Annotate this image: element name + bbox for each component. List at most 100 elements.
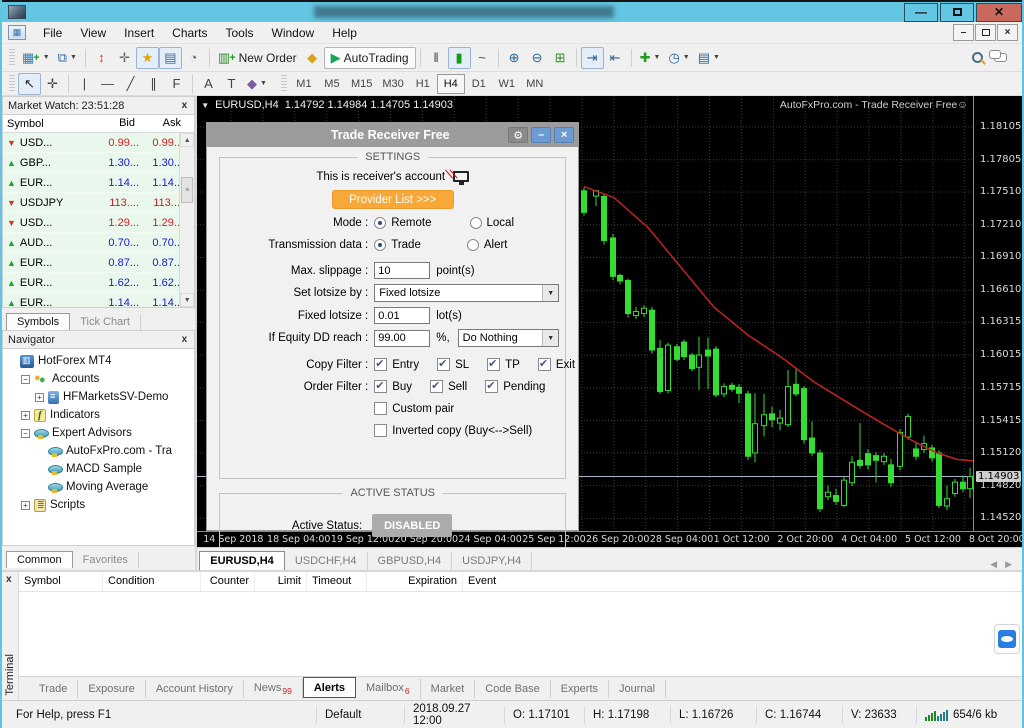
new-order-button[interactable]: ▥+New Order xyxy=(214,47,301,69)
equity-dd-input[interactable] xyxy=(374,330,430,347)
market-watch-close-icon[interactable]: x xyxy=(180,100,190,111)
chart-shift-button[interactable]: ⇤ xyxy=(604,47,627,69)
chart-window-icon[interactable]: ▦ xyxy=(8,25,26,40)
order-filter-option-buy[interactable]: Buy xyxy=(374,380,412,393)
timeframe-m15[interactable]: M15 xyxy=(346,74,377,94)
timeframe-d1[interactable]: D1 xyxy=(465,74,493,94)
column-condition[interactable]: Condition xyxy=(103,572,201,591)
dialog-close-button[interactable]: × xyxy=(554,127,574,143)
checkbox-checked-icon[interactable] xyxy=(538,358,551,371)
chart-tab-gbpusd-h4[interactable]: GBPUSD,H4 xyxy=(368,552,453,570)
navigator-button[interactable]: ★ xyxy=(136,47,159,69)
expand-icon[interactable]: + xyxy=(35,393,44,402)
chat-button[interactable] xyxy=(989,47,1012,69)
navigator-close-icon[interactable]: x xyxy=(180,334,190,345)
periods-button[interactable]: ◷▼ xyxy=(664,47,693,69)
column-event[interactable]: Event xyxy=(463,572,1022,591)
window-maximize-button[interactable] xyxy=(940,3,974,22)
terminal-tab-mailbox[interactable]: Mailbox6 xyxy=(356,679,421,699)
column-symbol[interactable]: Symbol xyxy=(3,115,91,132)
text-button[interactable]: A xyxy=(197,73,220,95)
search-button[interactable] xyxy=(966,47,989,69)
terminal-tab-code-base[interactable]: Code Base xyxy=(475,680,550,698)
toolbar-grip[interactable] xyxy=(9,75,15,93)
provider-list-button[interactable]: Provider List >>> xyxy=(332,190,454,209)
dialog-header[interactable]: Trade Receiver Free ⚙ – × xyxy=(207,123,578,147)
expand-icon[interactable]: + xyxy=(21,411,30,420)
tree-item-hotforex-mt4[interactable]: HotForex MT4 xyxy=(7,352,194,370)
toolbar-grip[interactable] xyxy=(281,75,287,93)
max-slippage-input[interactable] xyxy=(374,262,430,279)
order-filter-option-sell[interactable]: Sell xyxy=(430,380,467,393)
menu-insert[interactable]: Insert xyxy=(115,23,163,43)
expand-icon[interactable]: + xyxy=(21,501,30,510)
scroll-down-icon[interactable]: ▼ xyxy=(180,293,194,307)
zoom-in-button[interactable]: ⊕ xyxy=(503,47,526,69)
terminal-tab-market[interactable]: Market xyxy=(421,680,476,698)
timeframe-m30[interactable]: M30 xyxy=(377,74,408,94)
column-limit[interactable]: Limit xyxy=(255,572,307,591)
scroll-up-icon[interactable]: ▲ xyxy=(180,133,194,147)
tab-symbols[interactable]: Symbols xyxy=(6,313,70,330)
tree-item-moving-average[interactable]: Moving Average xyxy=(7,478,194,496)
alerts-table-body[interactable] xyxy=(19,592,1022,676)
market-watch-row[interactable]: ▲EUR...1.62...1.62... xyxy=(3,273,194,293)
timeframe-mn[interactable]: MN xyxy=(521,74,549,94)
cursor-button[interactable]: ↖ xyxy=(18,73,41,95)
tree-item-expert-advisors[interactable]: −Expert Advisors xyxy=(7,424,194,442)
terminal-tab-experts[interactable]: Experts xyxy=(551,680,609,698)
tab-common[interactable]: Common xyxy=(6,551,73,568)
teamviewer-icon[interactable] xyxy=(994,624,1020,654)
tree-item-autofxpro-com-tra[interactable]: AutoFxPro.com - Tra xyxy=(7,442,194,460)
metaeditor-button[interactable]: ◆ xyxy=(301,47,324,69)
column-bid[interactable]: Bid xyxy=(91,115,139,132)
channel-button[interactable]: ∥ xyxy=(142,73,165,95)
market-watch-row[interactable]: ▲AUD...0.70...0.70... xyxy=(3,233,194,253)
shapes-button[interactable]: ◆▼ xyxy=(243,73,271,95)
terminal-tab-account-history[interactable]: Account History xyxy=(146,680,244,698)
timeframe-m5[interactable]: M5 xyxy=(318,74,346,94)
fixed-lotsize-input[interactable] xyxy=(374,307,430,324)
terminal-tab-journal[interactable]: Journal xyxy=(609,680,666,698)
market-watch-row[interactable]: ▲GBP...1.30...1.30... xyxy=(3,153,194,173)
copy-filter-option-exit[interactable]: Exit xyxy=(538,358,575,371)
autotrading-button[interactable]: ▶AutoTrading xyxy=(324,47,416,69)
tree-item-hfmarketssv-demo[interactable]: +HFMarketsSV-Demo xyxy=(7,388,194,406)
vertical-line-button[interactable]: | xyxy=(73,73,96,95)
active-status-button[interactable]: DISABLED xyxy=(372,514,452,537)
toolbar-grip[interactable] xyxy=(9,49,15,67)
column-timeout[interactable]: Timeout xyxy=(307,572,367,591)
terminal-tab-alerts[interactable]: Alerts xyxy=(303,677,356,698)
tree-item-macd-sample[interactable]: MACD Sample xyxy=(7,460,194,478)
checkbox-icon[interactable] xyxy=(374,402,387,415)
checkbox-checked-icon[interactable] xyxy=(437,358,450,371)
menu-file[interactable]: File xyxy=(34,23,71,43)
copy-filter-option-tp[interactable]: TP xyxy=(487,358,520,371)
tile-windows-button[interactable]: ⊞ xyxy=(549,47,572,69)
market-watch-row[interactable]: ▲EUR...0.87...0.87... xyxy=(3,253,194,273)
dropdown-arrow-icon[interactable]: ▼ xyxy=(542,330,558,346)
menu-window[interactable]: Window xyxy=(263,23,324,43)
timeframe-h4[interactable]: H4 xyxy=(437,74,465,94)
tree-item-accounts[interactable]: −Accounts xyxy=(7,370,194,388)
dialog-minimize-button[interactable]: – xyxy=(531,127,551,143)
column-ask[interactable]: Ask xyxy=(139,115,185,132)
menu-tools[interactable]: Tools xyxy=(217,23,263,43)
terminal-close-icon[interactable]: x xyxy=(6,574,12,585)
radio-selected-icon[interactable] xyxy=(374,217,386,229)
market-watch-row[interactable]: ▼USD...0.99...0.99... xyxy=(3,133,194,153)
checkbox-checked-icon[interactable] xyxy=(430,380,443,393)
indicators-button[interactable]: ✚▼ xyxy=(636,47,665,69)
chart-window[interactable]: ▼ EURUSD,H4 1.14792 1.14984 1.14705 1.14… xyxy=(197,96,1022,547)
price-axis[interactable]: 1.181051.178051.175101.172101.169101.166… xyxy=(973,96,1022,531)
terminal-tab-news[interactable]: News99 xyxy=(244,679,303,699)
chart-restore-button[interactable] xyxy=(975,24,996,41)
window-close-button[interactable]: ✕ xyxy=(976,3,1022,22)
text-label-button[interactable]: T xyxy=(220,73,243,95)
dropdown-arrow-icon[interactable]: ▼ xyxy=(542,285,558,301)
menu-help[interactable]: Help xyxy=(323,23,366,43)
tab-tick-chart[interactable]: Tick Chart xyxy=(70,314,141,330)
collapse-icon[interactable]: − xyxy=(21,429,30,438)
menu-view[interactable]: View xyxy=(71,23,115,43)
radio-selected-icon[interactable] xyxy=(374,239,386,251)
